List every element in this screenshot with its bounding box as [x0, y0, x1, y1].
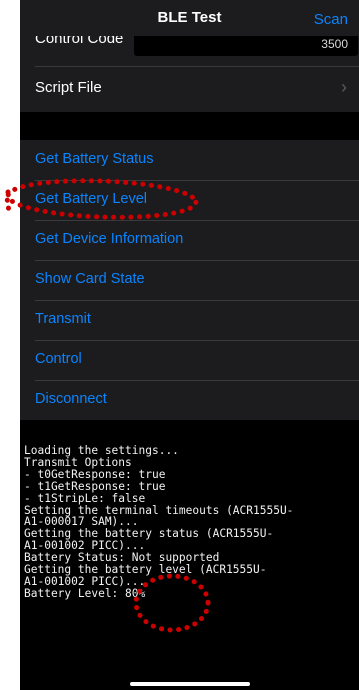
log-output[interactable]: Loading the settings... Transmit Options…: [20, 420, 359, 690]
phone-screen: BLE Test Scan Control Code 3500 Script F…: [20, 0, 359, 690]
home-indicator: [130, 682, 250, 686]
control-button[interactable]: Control: [20, 340, 359, 380]
control-code-value: 3500: [321, 37, 348, 51]
control-code-label: Control Code: [35, 36, 124, 47]
control-code-field[interactable]: 3500: [134, 36, 358, 56]
action-label: Control: [35, 351, 82, 367]
script-file-cell[interactable]: Script File ›: [20, 67, 359, 111]
control-code-cell: Control Code 3500: [20, 36, 359, 66]
show-card-state-button[interactable]: Show Card State: [20, 260, 359, 300]
action-label: Disconnect: [35, 391, 107, 407]
action-label: Get Device Information: [35, 231, 184, 247]
get-device-information-button[interactable]: Get Device Information: [20, 220, 359, 260]
highlight-tail: [4, 189, 13, 215]
chevron-right-icon: ›: [341, 77, 347, 97]
nav-title: BLE Test: [157, 9, 222, 26]
scan-button[interactable]: Scan: [314, 11, 348, 28]
action-label: Transmit: [35, 311, 91, 327]
transmit-button[interactable]: Transmit: [20, 300, 359, 340]
action-label: Get Battery Status: [35, 151, 154, 167]
log-text: Loading the settings... Transmit Options…: [24, 444, 294, 600]
disconnect-button[interactable]: Disconnect: [20, 380, 359, 420]
settings-group: Control Code 3500 Script File ›: [20, 36, 359, 112]
get-battery-level-button[interactable]: Get Battery Level: [20, 180, 359, 220]
action-label: Show Card State: [35, 271, 145, 287]
navigation-bar: BLE Test Scan: [20, 0, 359, 36]
actions-list: Get Battery Status Get Battery Level Get…: [20, 140, 359, 420]
script-file-label: Script File: [35, 79, 102, 96]
get-battery-status-button[interactable]: Get Battery Status: [20, 140, 359, 180]
action-label: Get Battery Level: [35, 191, 148, 207]
